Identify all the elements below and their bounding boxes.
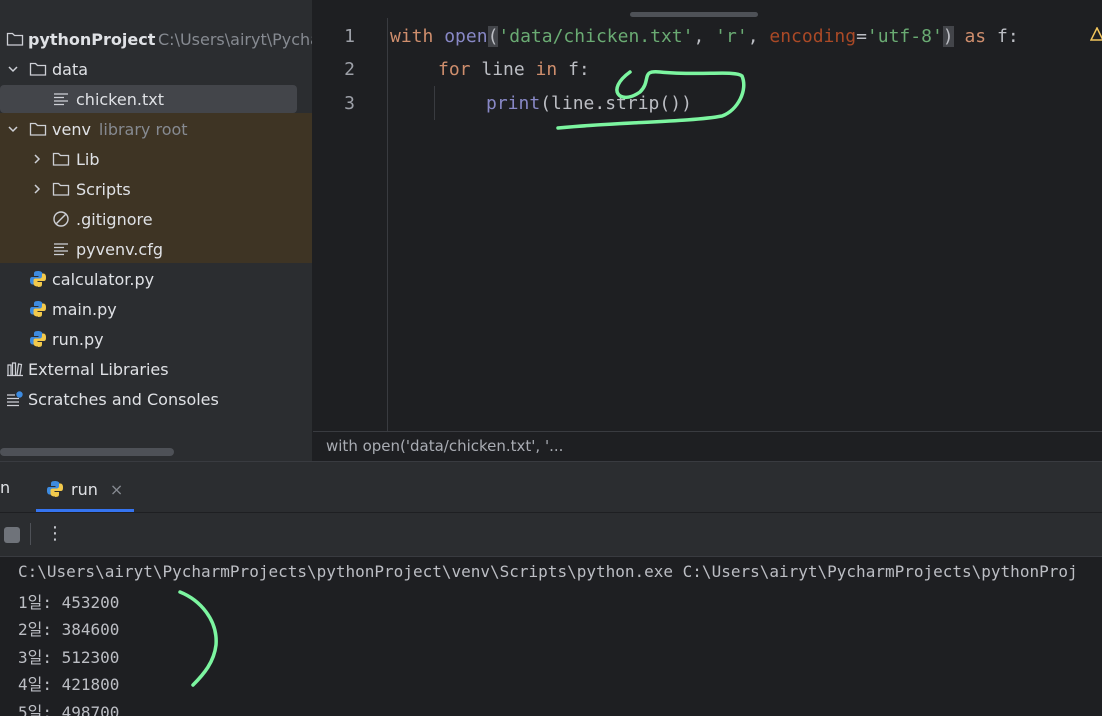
line-number: 1 [344,26,355,47]
code-line-3[interactable]: print(line.strip()) [486,93,692,114]
scratches-icon [6,390,24,408]
tree-item-root[interactable]: pythonProject C:\Users\airyt\Pycha [0,24,312,54]
folder-icon [6,30,24,48]
warning-icon[interactable] [1089,26,1102,45]
line-number: 2 [344,59,355,80]
builtin-function: print [486,93,541,114]
code-line-2[interactable]: for line in f: [438,59,590,80]
bracket: ) [942,26,954,47]
gitignore-icon [52,210,70,228]
folder-icon [52,150,70,168]
tree-item-lib[interactable]: Lib [0,144,312,174]
tree-item-label: Lib [76,149,100,169]
library-root-hint: library root [98,119,188,139]
folder-icon [52,180,70,198]
tree-item-run-py[interactable]: run.py [0,324,312,354]
tree-item-label: main.py [52,299,117,319]
project-path: C:\Users\airyt\Pycha [158,29,312,49]
console-output-line: 5일: 498700 [18,703,120,716]
tree-item-scripts[interactable]: Scripts [0,174,312,204]
tree-item-label: data [52,59,89,79]
tree-item-scratches[interactable]: Scratches and Consoles [0,384,312,414]
chevron-down-icon[interactable] [6,122,20,136]
keyword-argument: encoding [769,26,857,47]
punctuation: , [747,26,770,47]
active-tab-indicator [36,509,134,512]
python-file-icon [29,330,47,348]
string-literal: 'r' [715,26,748,47]
tree-item-label: calculator.py [52,269,155,289]
tree-item-label: .gitignore [76,209,153,229]
tree-item-label: External Libraries [28,359,169,379]
tree-item-label: Scratches and Consoles [28,389,219,409]
text-file-icon [52,240,70,258]
more-icon[interactable]: ⋮ [46,523,64,545]
console-output-line: 2일: 384600 [18,620,120,639]
tree-item-external-libraries[interactable]: External Libraries [0,354,312,384]
keyword: with [390,26,434,47]
close-icon[interactable]: × [110,480,123,499]
keyword: for [438,59,471,80]
indent-guide [434,86,435,120]
identifier: f: [557,59,590,80]
console-output-line: 1일: 453200 [18,593,120,612]
string-literal: 'data/chicken.txt' [498,26,694,47]
run-toolbar [0,513,1102,557]
keyword: as [953,26,997,47]
line-number: 3 [344,93,355,114]
bracket: ( [487,26,499,47]
code-line-1[interactable]: with open('data/chicken.txt', 'r', encod… [390,26,1019,47]
breadcrumb[interactable]: with open('data/chicken.txt', '... [326,437,563,455]
folder-icon [29,120,47,138]
tree-item-name: venv [52,119,91,139]
console-output-line: 3일: 512300 [18,648,120,667]
string-literal: 'utf-8' [866,26,943,47]
chevron-down-icon[interactable] [6,62,20,76]
tree-item-pyvenv-cfg[interactable]: pyvenv.cfg [0,234,312,264]
project-panel: pythonProject C:\Users\airyt\Pycha data … [0,0,312,461]
tree-item-main-py[interactable]: main.py [0,294,312,324]
toolbar-divider [30,523,31,545]
gutter-divider [387,18,388,431]
tree-item-chicken-txt[interactable]: chicken.txt [0,84,312,114]
tree-item-data[interactable]: data [0,54,312,84]
identifier: f: [996,26,1019,47]
stop-icon[interactable] [4,527,20,543]
python-file-icon [29,300,47,318]
tree-item-label: run.py [52,329,104,349]
builtin-function: open [444,26,488,47]
text-file-icon [52,90,70,108]
horizontal-scrollbar[interactable] [0,448,174,456]
tab-run[interactable]: run × [46,476,123,502]
tree-item-label: chicken.txt [76,89,164,109]
folder-icon [29,60,47,78]
python-file-icon [29,270,47,288]
call-arguments: (line.strip()) [540,93,692,114]
punctuation: , [693,26,716,47]
tree-item-label: venv library root [52,120,188,139]
tree-item-calculator-py[interactable]: calculator.py [0,264,312,294]
run-tab-bar [0,462,1102,512]
library-icon [6,360,24,378]
python-file-icon [47,481,63,497]
tool-window-title: n [0,478,11,497]
identifier: line [470,59,536,80]
code-editor[interactable] [313,0,1102,431]
tab-bar-scrollbar[interactable] [630,12,758,17]
punctuation: = [856,26,867,47]
console-output-line: 4일: 421800 [18,675,120,694]
tree-item-label: Scripts [76,179,131,199]
tree-item-label: pyvenv.cfg [76,239,163,259]
tree-item-label: pythonProject [28,29,156,49]
tree-item-gitignore[interactable]: .gitignore [0,204,312,234]
keyword: in [535,59,558,80]
tree-item-venv[interactable]: venv library root [0,114,312,144]
chevron-right-icon[interactable] [30,182,44,196]
chevron-right-icon[interactable] [30,152,44,166]
console-command-line: C:\Users\airyt\PycharmProjects\pythonPro… [18,562,1078,581]
tab-label: run [71,479,98,499]
